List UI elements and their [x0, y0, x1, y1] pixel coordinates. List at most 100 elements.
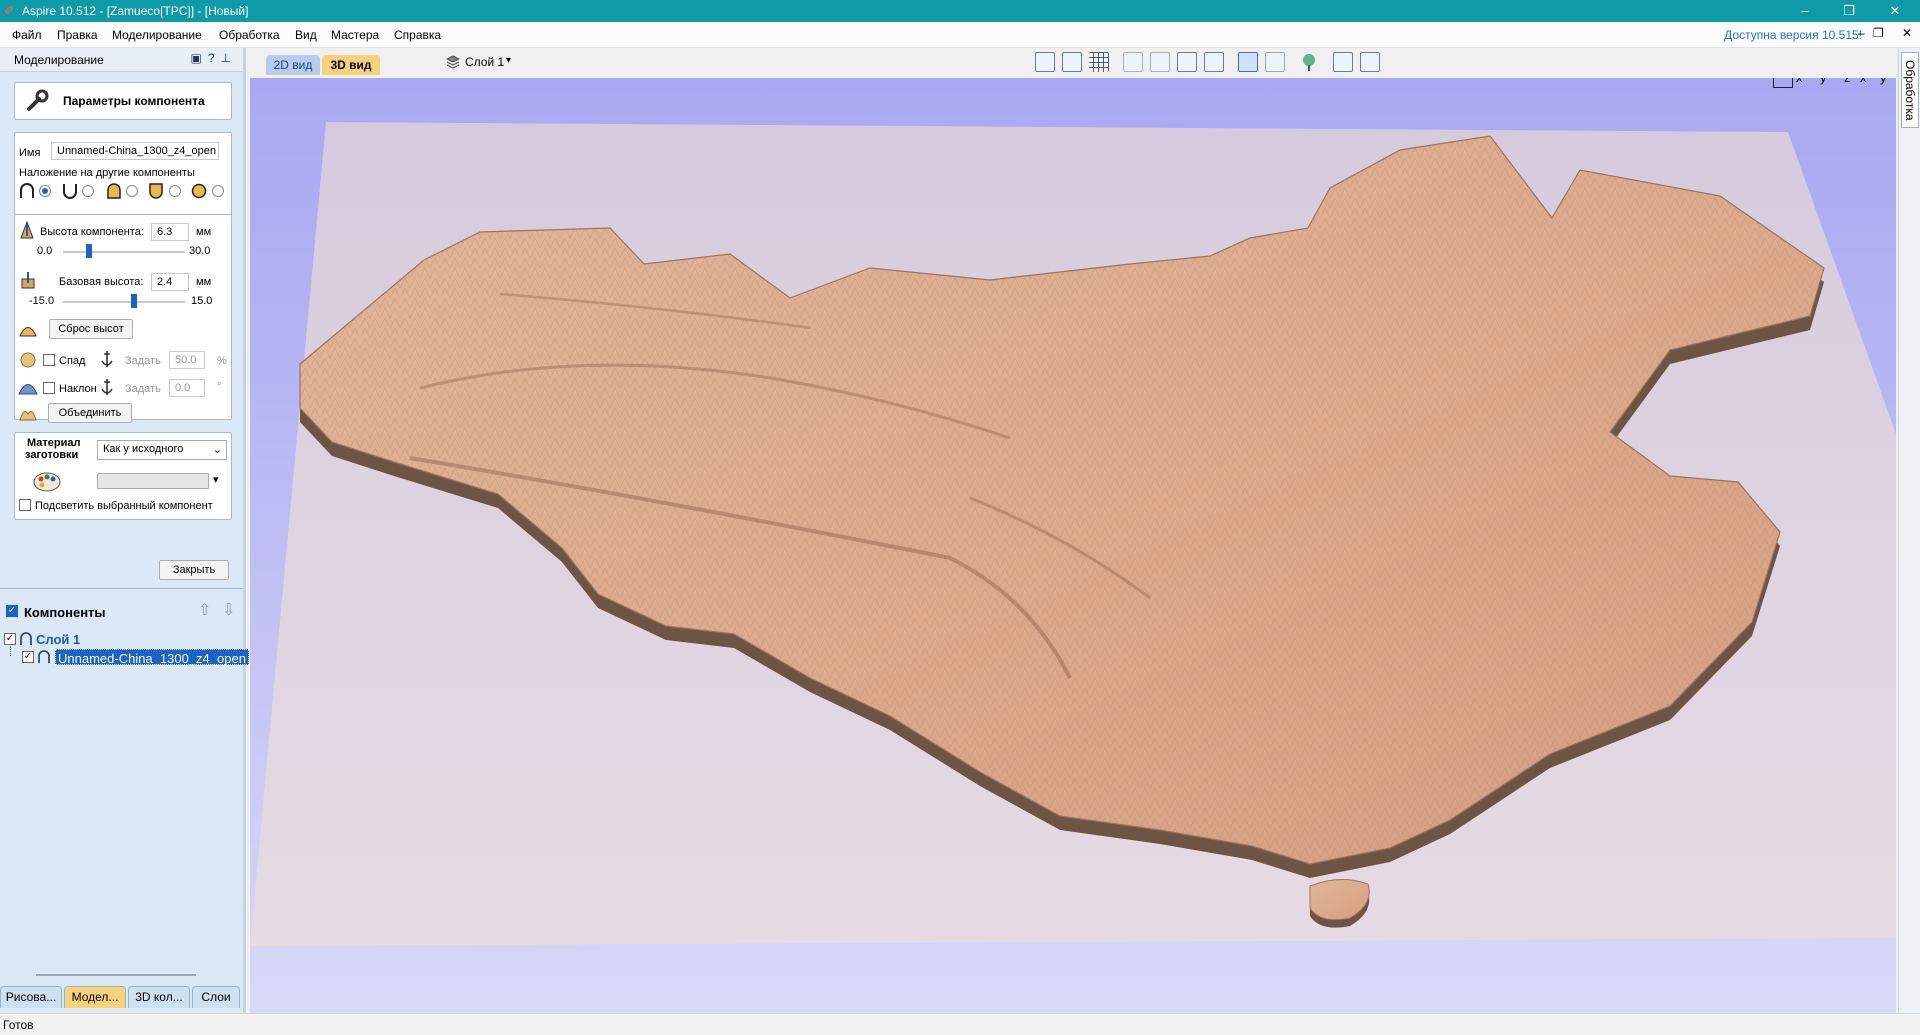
menu-view[interactable]: Вид	[295, 28, 317, 42]
maximize-button[interactable]: ❐	[1834, 2, 1864, 20]
3d-viewport[interactable]: x y z x y	[250, 78, 1896, 1013]
merge-multiply-icon	[191, 183, 207, 199]
axis-x2-icon[interactable]: x	[1860, 78, 1867, 85]
menu-wizards[interactable]: Мастера	[331, 28, 379, 42]
layer-dropdown[interactable]: Слой 1	[465, 55, 504, 69]
tab-2d-view[interactable]: 2D вид	[266, 55, 320, 75]
merge-low-icon	[149, 183, 163, 199]
base-height-input[interactable]: 2.4	[151, 273, 189, 291]
fade-input[interactable]: 50.0	[169, 351, 205, 369]
axis-y-icon[interactable]: y	[1820, 78, 1827, 85]
zoom-fit-icon[interactable]	[1204, 52, 1224, 72]
merge-high-icon	[107, 183, 121, 199]
base-slider[interactable]	[63, 301, 185, 303]
split-vertical-icon[interactable]	[1360, 52, 1380, 72]
axis-z-icon[interactable]: z	[1844, 78, 1851, 85]
overlap-label: Наложение на другие компоненты	[19, 167, 195, 179]
material-label-1: Материал	[27, 437, 81, 449]
grid-icon[interactable]	[1089, 52, 1109, 72]
components-visible-checkbox[interactable]: ✓	[6, 605, 18, 617]
components-title: Компоненты	[24, 605, 106, 620]
view-grid-icon[interactable]	[1062, 52, 1082, 72]
color-dropdown-icon[interactable]: ▾	[213, 473, 219, 486]
layer-dropdown-arrow-icon[interactable]: ▾	[506, 55, 511, 66]
highlight-label: Подсветить выбранный компонент	[35, 500, 213, 512]
right-dock: Обработка	[1898, 48, 1920, 1013]
pan-icon[interactable]	[1123, 52, 1143, 72]
menu-toolpaths[interactable]: Обработка	[219, 28, 280, 42]
layer-stack-icon	[446, 55, 460, 69]
material-select[interactable]: Как у исходного ⌄	[97, 440, 227, 460]
panel-controls[interactable]: ▣?⊥	[191, 51, 237, 65]
move-down-icon[interactable]: ⇩	[222, 600, 235, 620]
layer-name[interactable]: Слой 1	[36, 632, 80, 647]
toolpath-preview-icon[interactable]	[1265, 52, 1285, 72]
tab-toolpaths[interactable]: Обработка	[1901, 52, 1919, 128]
mdi-close-button[interactable]: ✕	[1902, 26, 1912, 40]
view-extents-icon[interactable]	[1035, 52, 1055, 72]
height-input[interactable]: 6.3	[151, 223, 189, 241]
close-panel-button[interactable]: Закрыть	[159, 560, 229, 580]
menu-edit[interactable]: Правка	[57, 28, 98, 42]
tilt-set-label: Задать	[125, 383, 161, 395]
tab-3d-clipart[interactable]: 3D кол...	[128, 986, 190, 1008]
component-checkbox[interactable]: ✓	[22, 651, 34, 663]
merge-button[interactable]: Объединить	[48, 403, 132, 423]
tilt-input[interactable]: 0.0	[169, 379, 205, 397]
name-label: Имя	[19, 147, 41, 159]
shape-height-group: Высота компонента: 6.3 мм 0.0 30.0 Базов…	[14, 214, 232, 421]
chevron-down-icon: ⌄	[212, 444, 222, 456]
material-select-value: Как у исходного	[103, 443, 184, 455]
menu-bar: Файл Правка Моделирование Обработка Вид …	[0, 22, 1920, 48]
menu-file[interactable]: Файл	[12, 28, 42, 42]
fade-icon	[20, 352, 36, 368]
tree-line	[10, 646, 11, 656]
panel-scrollbar[interactable]	[36, 974, 196, 976]
height-unit: мм	[196, 226, 212, 238]
panel-title: Моделирование	[14, 53, 104, 67]
fade-checkbox[interactable]	[43, 354, 55, 366]
overlap-add-radio[interactable]	[39, 185, 51, 197]
zoom-box-icon[interactable]	[1177, 52, 1197, 72]
update-available-link[interactable]: Доступна версия 10.515!	[1724, 28, 1862, 42]
reset-heights-button[interactable]: Сброс высот	[49, 319, 133, 339]
tab-modeling[interactable]: Модел...	[64, 986, 126, 1008]
tilt-checkbox[interactable]	[43, 382, 55, 394]
height-min: 0.0	[37, 245, 53, 257]
render-mode-icon[interactable]	[1238, 52, 1258, 72]
menu-help[interactable]: Справка	[394, 28, 441, 42]
3d-scene	[250, 122, 1896, 946]
tab-3d-view[interactable]: 3D вид	[322, 55, 380, 75]
mdi-restore-button[interactable]: ❐	[1873, 26, 1884, 40]
panel-header: Моделирование ▣?⊥	[0, 48, 243, 72]
height-slider[interactable]	[63, 251, 185, 253]
name-field[interactable]: Unnamed-China_1300_z4_open	[51, 142, 219, 160]
zoom-icon[interactable]	[1150, 52, 1170, 72]
overlap-high-radio[interactable]	[126, 185, 138, 197]
move-up-icon[interactable]: ⇧	[198, 600, 211, 620]
app-logo-icon: ✐	[4, 3, 15, 18]
axis-x-icon[interactable]: x	[1796, 78, 1803, 85]
overlap-subtract-radio[interactable]	[82, 185, 94, 197]
fade-set-label: Задать	[125, 355, 161, 367]
overlap-low-radio[interactable]	[169, 185, 181, 197]
close-window-button[interactable]: ✕	[1880, 2, 1910, 20]
color-swatch[interactable]	[97, 473, 209, 489]
base-slider-thumb[interactable]	[130, 294, 137, 308]
tab-layers[interactable]: Слои	[192, 986, 240, 1008]
view-iso-icon[interactable]	[1773, 78, 1793, 88]
selected-component[interactable]: Unnamed-China_1300_z4_open	[55, 649, 249, 666]
status-text: Готов	[3, 1018, 34, 1032]
shader-icon[interactable]	[1299, 52, 1319, 72]
tab-drawing[interactable]: Рисова...	[0, 986, 62, 1008]
axis-y2-icon[interactable]: y	[1880, 78, 1887, 85]
minimize-button[interactable]: –	[1790, 2, 1820, 20]
highlight-checkbox[interactable]	[19, 499, 31, 511]
layer-checkbox[interactable]: ✓	[4, 633, 16, 645]
overlap-multiply-radio[interactable]	[212, 185, 224, 197]
mdi-minimize-button[interactable]: –	[1858, 26, 1865, 40]
height-slider-thumb[interactable]	[85, 244, 92, 258]
menu-modeling[interactable]: Моделирование	[112, 28, 202, 42]
palette-icon	[33, 472, 61, 492]
split-horizontal-icon[interactable]	[1333, 52, 1353, 72]
